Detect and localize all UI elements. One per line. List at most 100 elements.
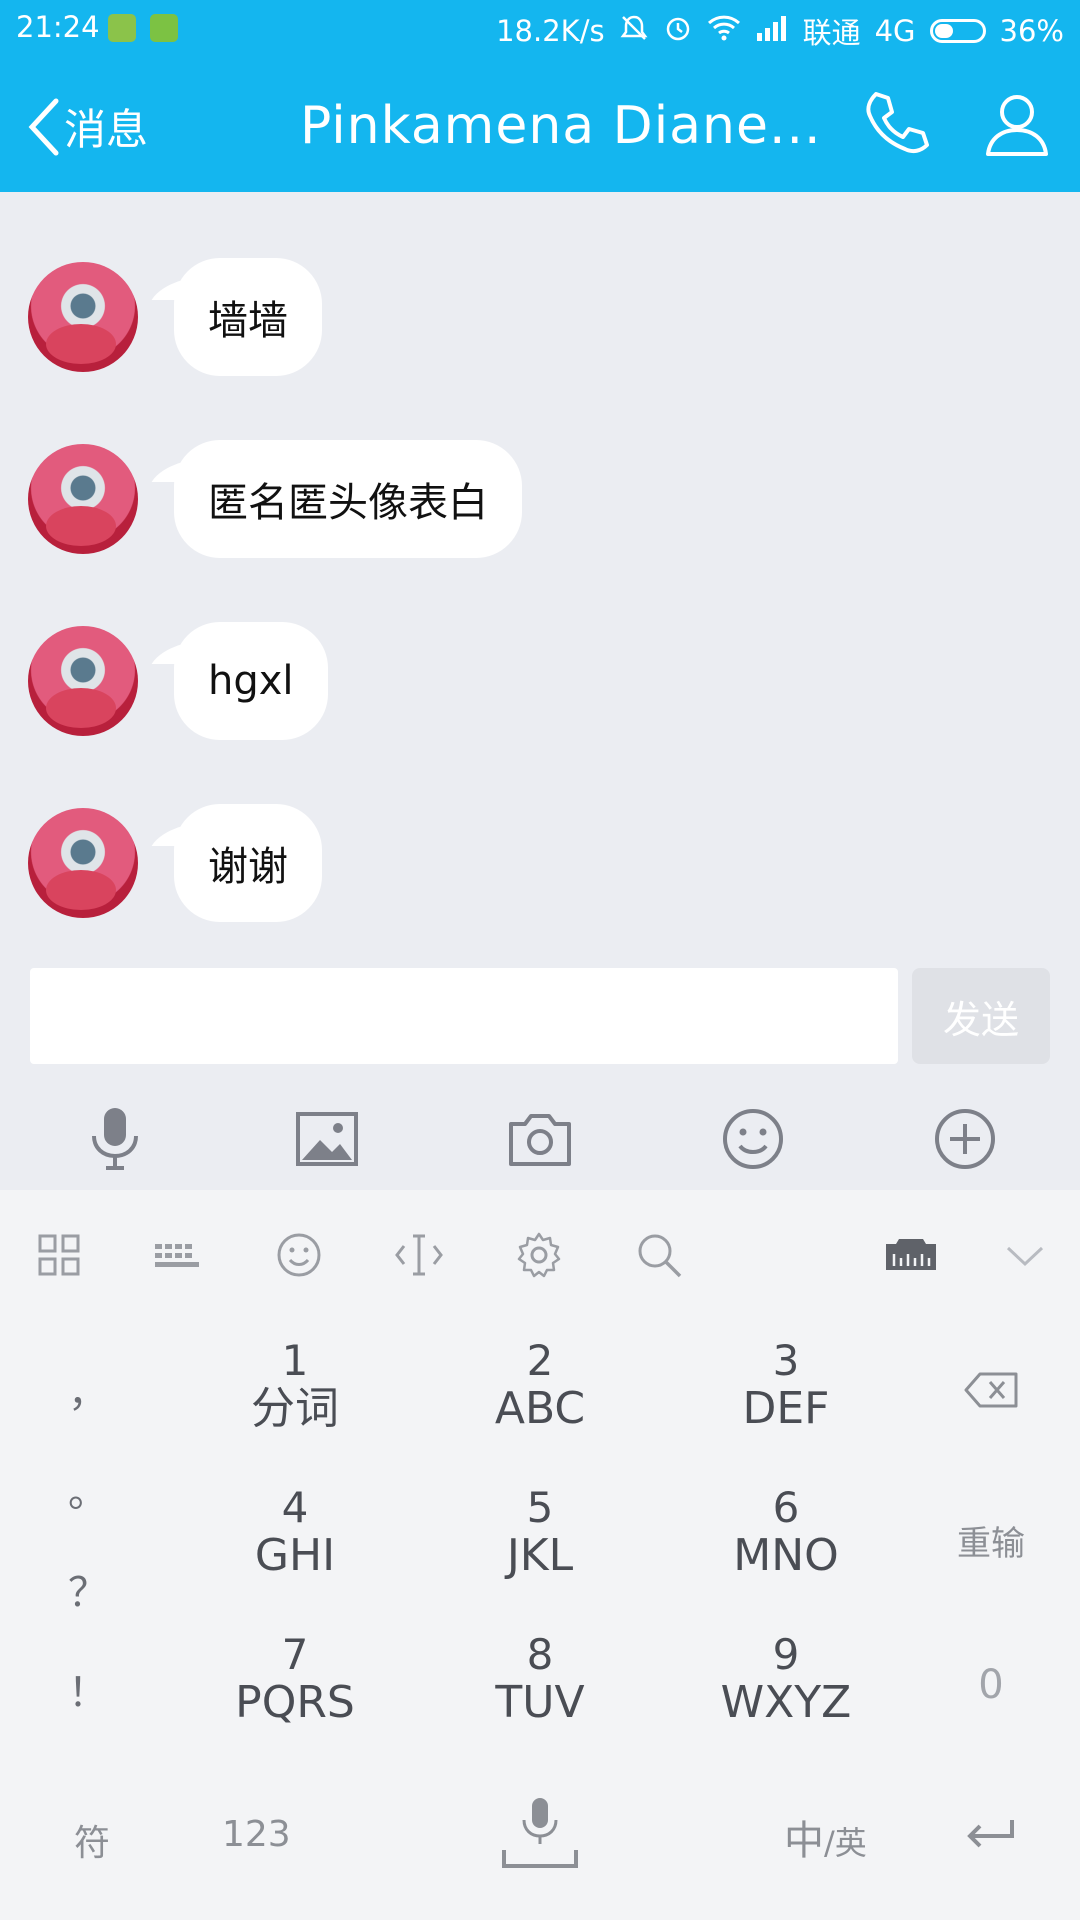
- avatar[interactable]: [28, 262, 138, 372]
- settings-icon[interactable]: [514, 1230, 564, 1280]
- numbers-key[interactable]: 123: [222, 1814, 291, 1855]
- key-8[interactable]: 8 TUV: [460, 1632, 620, 1728]
- key-4[interactable]: 4 GHI: [215, 1485, 375, 1581]
- key-number: 7: [281, 1630, 309, 1679]
- reinput-key[interactable]: 重输: [950, 1516, 1032, 1565]
- lang-chinese: 中: [784, 1818, 824, 1864]
- android-app-icon: [150, 14, 178, 42]
- phone-icon: [866, 92, 929, 154]
- avatar[interactable]: [28, 444, 138, 554]
- enter-icon: [967, 1820, 1014, 1848]
- key-number: 9: [772, 1630, 800, 1679]
- wifi-icon: [707, 14, 741, 49]
- battery-percent: 36%: [999, 14, 1064, 48]
- keyboard: ， 。 ？ ！ 1 分词 2 ABC 3 DEF 4 GHI 5 JKL 6 M…: [0, 1190, 1080, 1920]
- key-2[interactable]: 2 ABC: [460, 1338, 620, 1434]
- avatar[interactable]: [28, 626, 138, 736]
- network-speed: 18.2K/s: [496, 14, 605, 48]
- chat-title: Pinkamena Diane...: [300, 96, 822, 156]
- punct-period[interactable]: 。: [48, 1460, 128, 1518]
- key-number: 5: [526, 1483, 554, 1532]
- key-letters: DEF: [742, 1383, 830, 1434]
- mute-icon: [619, 13, 649, 50]
- enter-key[interactable]: [962, 1812, 1018, 1860]
- key-letters: JKL: [506, 1530, 574, 1581]
- key-number: 3: [772, 1336, 800, 1385]
- key-letters: MNO: [733, 1530, 839, 1581]
- message-bubble[interactable]: 匿名匿头像表白: [174, 440, 522, 558]
- message-item: hgxl: [28, 622, 328, 740]
- shield-app-icon: [108, 14, 136, 42]
- key-number: 4: [281, 1483, 309, 1532]
- search-icon[interactable]: [634, 1230, 684, 1280]
- message-item: 匿名匿头像表白: [28, 440, 522, 558]
- signal-icon: [755, 14, 789, 48]
- send-button[interactable]: 发送: [912, 968, 1050, 1064]
- battery-icon: [929, 19, 986, 43]
- back-button[interactable]: 消息: [26, 96, 148, 157]
- ruler-icon[interactable]: [884, 1230, 938, 1280]
- message-item: 墙墙: [28, 258, 322, 376]
- carrier-name: 联通: [802, 16, 861, 50]
- key-number: 8: [526, 1630, 554, 1679]
- chevron-left-icon: [28, 98, 59, 155]
- key-number: 2: [526, 1336, 554, 1385]
- key-1[interactable]: 1 分词: [215, 1338, 375, 1434]
- keyboard-icon[interactable]: [152, 1230, 202, 1280]
- alarm-icon: [663, 13, 693, 50]
- key-3[interactable]: 3 DEF: [706, 1338, 866, 1434]
- plus-icon[interactable]: [930, 1104, 1000, 1174]
- voice-input-key[interactable]: [500, 1794, 580, 1878]
- key-letters: GHI: [254, 1530, 336, 1581]
- mic-icon[interactable]: [80, 1104, 150, 1174]
- emoji-icon[interactable]: [274, 1230, 324, 1280]
- message-input[interactable]: [30, 968, 898, 1064]
- lang-toggle-key[interactable]: 中/英: [784, 1808, 867, 1866]
- chat-area[interactable]: 墙墙 匿名匿头像表白 hgxl 谢谢: [0, 192, 1080, 952]
- keyboard-toolbar: [0, 1190, 1080, 1320]
- key-number: 6: [772, 1483, 800, 1532]
- grid-icon[interactable]: [34, 1230, 84, 1280]
- battery-level: [934, 24, 953, 38]
- key-letters: 分词: [251, 1383, 339, 1434]
- lang-english: /英: [824, 1824, 867, 1862]
- call-button[interactable]: [862, 88, 932, 158]
- back-label: 消息: [64, 105, 149, 154]
- user-icon: [986, 95, 1048, 156]
- backspace-key[interactable]: [962, 1370, 1020, 1414]
- message-bubble[interactable]: hgxl: [174, 622, 328, 740]
- profile-button[interactable]: [982, 88, 1052, 158]
- symbols-key[interactable]: 符: [74, 1814, 110, 1866]
- status-bar: 21:24 18.2K/s 联通 4G 36%: [0, 0, 1080, 58]
- key-letters: TUV: [495, 1677, 585, 1728]
- punct-question[interactable]: ？: [48, 1560, 128, 1618]
- key-7[interactable]: 7 PQRS: [215, 1632, 375, 1728]
- key-letters: PQRS: [235, 1677, 355, 1728]
- key-number: 1: [281, 1336, 309, 1385]
- message-bubble[interactable]: 墙墙: [174, 258, 322, 376]
- camera-icon[interactable]: [505, 1104, 575, 1174]
- network-type: 4G: [874, 14, 916, 48]
- status-right: 18.2K/s 联通 4G 36%: [496, 10, 1064, 52]
- zero-key[interactable]: 0: [950, 1662, 1032, 1708]
- status-time: 21:24: [16, 10, 100, 44]
- mic-icon: [502, 1798, 578, 1868]
- key-5[interactable]: 5 JKL: [460, 1485, 620, 1581]
- emoji-icon[interactable]: [718, 1104, 788, 1174]
- nav-bar: 消息 Pinkamena Diane...: [0, 58, 1080, 192]
- message-item: 谢谢: [28, 804, 322, 922]
- composer: 发送: [0, 958, 1080, 1070]
- key-6[interactable]: 6 MNO: [706, 1485, 866, 1581]
- key-letters: WXYZ: [720, 1677, 852, 1728]
- image-icon[interactable]: [292, 1104, 362, 1174]
- punct-exclaim[interactable]: ！: [48, 1660, 128, 1718]
- backspace-icon: [964, 1372, 1018, 1408]
- cursor-icon[interactable]: [394, 1230, 444, 1280]
- avatar[interactable]: [28, 808, 138, 918]
- key-9[interactable]: 9 WXYZ: [706, 1632, 866, 1728]
- key-letters: ABC: [494, 1383, 586, 1434]
- punct-comma[interactable]: ，: [48, 1360, 128, 1418]
- collapse-icon[interactable]: [1000, 1230, 1050, 1280]
- message-bubble[interactable]: 谢谢: [174, 804, 322, 922]
- top-bar: 21:24 18.2K/s 联通 4G 36% 消息 Pinkamena Dia…: [0, 0, 1080, 192]
